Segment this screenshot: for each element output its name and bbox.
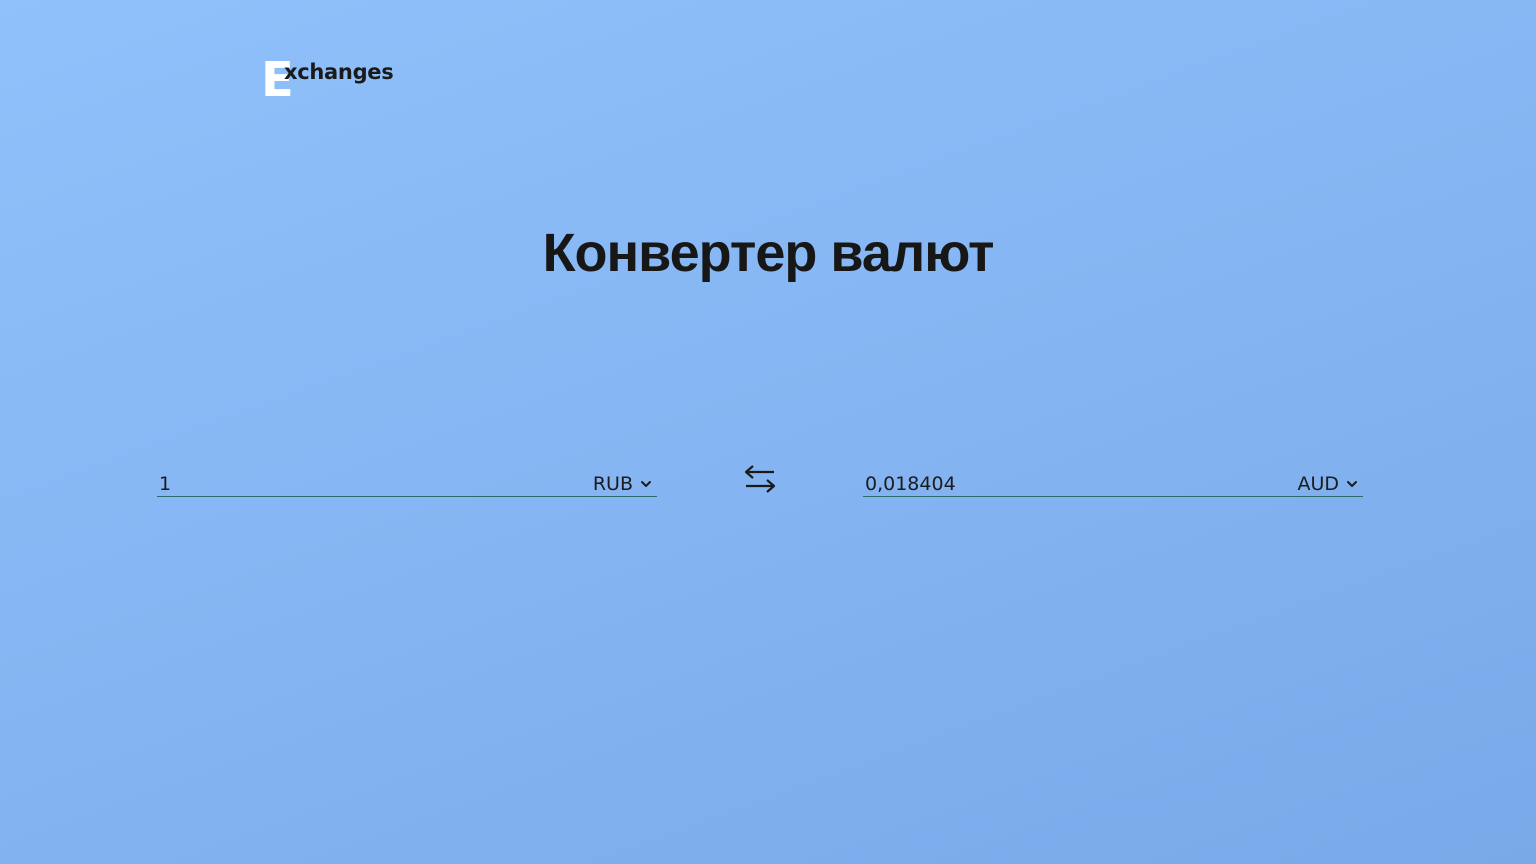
to-currency-field: AUD (863, 466, 1363, 497)
logo[interactable]: E xchanges (261, 56, 401, 104)
from-currency-label: RUB (592, 473, 633, 495)
to-currency-label: AUD (1297, 473, 1339, 495)
to-amount-input[interactable] (865, 473, 1245, 495)
chevron-down-icon (641, 481, 651, 487)
from-amount-input[interactable] (159, 473, 539, 495)
page-title: Конвертер валют (542, 223, 995, 283)
swap-currencies-button[interactable] (740, 462, 780, 496)
to-currency-select[interactable]: AUD (1297, 473, 1359, 495)
from-currency-field: RUB (157, 466, 657, 497)
swap-arrows-icon (744, 465, 776, 493)
from-currency-select[interactable]: RUB (593, 473, 653, 495)
chevron-down-icon (1347, 481, 1357, 487)
logo-text: xchanges (284, 60, 394, 84)
